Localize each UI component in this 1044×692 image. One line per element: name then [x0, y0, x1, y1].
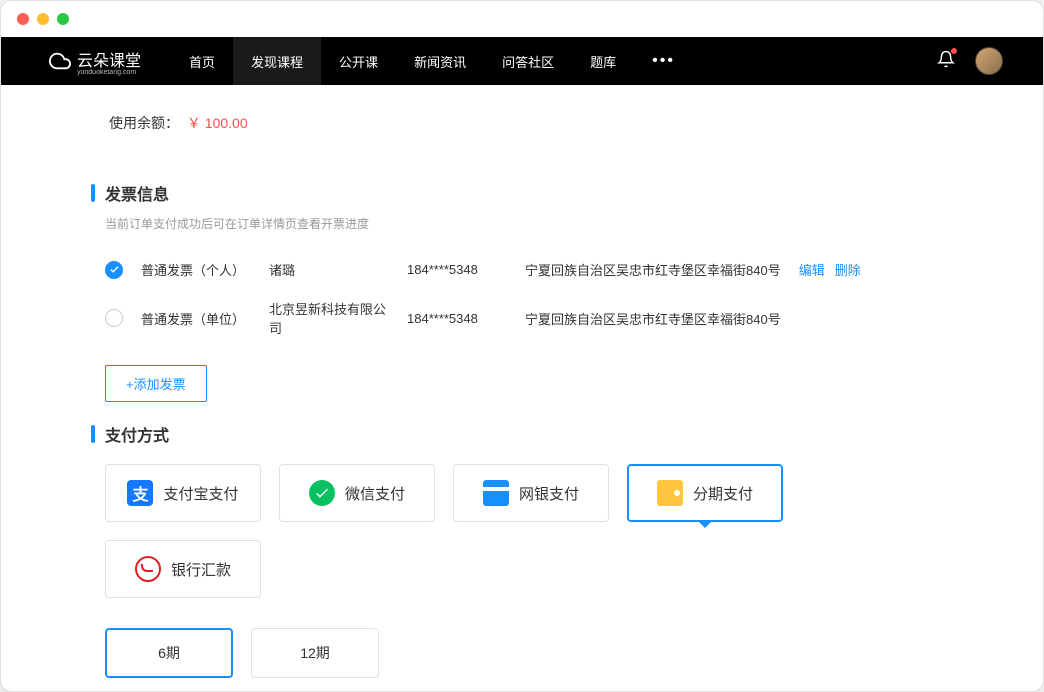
invoice-name: 北京昱新科技有限公司	[269, 299, 389, 337]
payment-section: 支付方式 支支付宝支付微信支付网银支付分期支付银行汇款 6期12期 支付宝个人转…	[91, 422, 953, 691]
invoice-actions: 编辑删除	[799, 260, 861, 279]
nav-item[interactable]: 公开课	[321, 37, 396, 85]
installment-options: 6期 12期	[91, 628, 953, 678]
invoice-address: 宁夏回族自治区吴忠市红寺堡区幸福街840号	[525, 309, 781, 328]
payment-method-label: 网银支付	[519, 483, 579, 504]
invoice-phone: 184****5348	[407, 311, 507, 326]
nav-item[interactable]: 首页	[171, 37, 233, 85]
invoice-radio[interactable]	[105, 309, 123, 327]
brand-logo[interactable]: 云朵课堂 yunduoketang.com	[49, 47, 141, 76]
payment-methods: 支支付宝支付 微信支付 网银支付 分期支付银行汇款	[91, 464, 953, 598]
payment-method-card[interactable]: 微信支付	[279, 464, 435, 522]
nav-item[interactable]: 问答社区	[484, 37, 572, 85]
top-nav: 云朵课堂 yunduoketang.com 首页发现课程公开课新闻资讯问答社区题…	[1, 37, 1043, 85]
add-invoice-button[interactable]: +添加发票	[105, 365, 207, 402]
payment-method-label: 支付宝支付	[163, 483, 238, 504]
invoice-row: 普通发票（个人） 诸璐 184****5348 宁夏回族自治区吴忠市红寺堡区幸福街84…	[105, 250, 953, 289]
invoice-radio[interactable]	[105, 261, 123, 279]
invoice-phone: 184****5348	[407, 262, 507, 277]
nav-item[interactable]: 新闻资讯	[396, 37, 484, 85]
titlebar	[1, 1, 1043, 37]
close-window-button[interactable]	[17, 13, 29, 25]
invoice-type: 普通发票（个人）	[141, 260, 251, 279]
app-window: 云朵课堂 yunduoketang.com 首页发现课程公开课新闻资讯问答社区题…	[0, 0, 1044, 692]
installment-card[interactable]: 12期	[251, 628, 379, 678]
nav-item[interactable]: 发现课程	[233, 37, 321, 85]
delete-link[interactable]: 删除	[835, 260, 861, 279]
invoice-list: 普通发票（个人） 诸璐 184****5348 宁夏回族自治区吴忠市红寺堡区幸福街84…	[91, 250, 953, 347]
invoice-address: 宁夏回族自治区吴忠市红寺堡区幸福街840号	[525, 260, 781, 279]
installment-card[interactable]: 6期	[105, 628, 233, 678]
wechat-icon	[309, 480, 335, 506]
minimize-window-button[interactable]	[37, 13, 49, 25]
invoice-row: 普通发票（单位） 北京昱新科技有限公司 184****5348 宁夏回族自治区吴忠市红…	[105, 289, 953, 347]
nav-more-button[interactable]: •••	[634, 52, 693, 70]
bank-icon	[483, 480, 509, 506]
notifications-button[interactable]	[937, 50, 955, 73]
section-bar-icon	[91, 184, 95, 202]
nav-right	[937, 47, 1003, 75]
balance-value: ￥ 100.00	[187, 115, 248, 131]
wallet-icon	[657, 480, 683, 506]
invoice-type: 普通发票（单位）	[141, 309, 251, 328]
edit-link[interactable]: 编辑	[799, 260, 825, 279]
cloud-icon	[49, 50, 71, 72]
maximize-window-button[interactable]	[57, 13, 69, 25]
invoice-title: 发票信息	[105, 181, 169, 205]
user-avatar[interactable]	[975, 47, 1003, 75]
section-bar-icon	[91, 425, 95, 443]
payment-method-card[interactable]: 网银支付	[453, 464, 609, 522]
invoice-name: 诸璐	[269, 260, 389, 279]
balance-row: 使用余额： ￥ 100.00	[91, 85, 953, 161]
invoice-section: 发票信息 当前订单支付成功后可在订单详情页查看开票进度 普通发票（个人） 诸璐 18…	[91, 181, 953, 402]
nav-item[interactable]: 题库	[572, 37, 634, 85]
brand-sub: yunduoketang.com	[77, 69, 141, 76]
invoice-subtitle: 当前订单支付成功后可在订单详情页查看开票进度	[105, 215, 953, 232]
payment-method-label: 银行汇款	[171, 559, 231, 580]
payment-header: 支付方式	[91, 422, 953, 446]
invoice-header: 发票信息	[91, 181, 953, 205]
alipay-icon: 支	[127, 480, 153, 506]
payment-method-label: 分期支付	[693, 483, 753, 504]
payment-method-card[interactable]: 银行汇款	[105, 540, 261, 598]
payment-method-card[interactable]: 支支付宝支付	[105, 464, 261, 522]
notification-dot	[951, 48, 957, 54]
payment-title: 支付方式	[105, 422, 169, 446]
remit-icon	[135, 556, 161, 582]
brand-name: 云朵课堂	[77, 53, 141, 70]
nav-items: 首页发现课程公开课新闻资讯问答社区题库	[171, 37, 634, 85]
balance-label: 使用余额：	[109, 115, 179, 131]
main-content: 使用余额： ￥ 100.00 发票信息 当前订单支付成功后可在订单详情页查看开票…	[1, 85, 1043, 691]
payment-method-card[interactable]: 分期支付	[627, 464, 783, 522]
payment-method-label: 微信支付	[345, 483, 405, 504]
